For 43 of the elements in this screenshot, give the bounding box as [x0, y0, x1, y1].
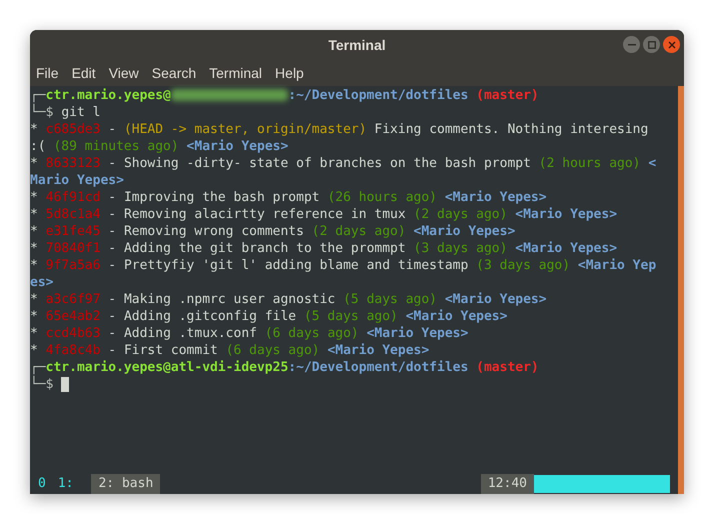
menu-item[interactable]: Search [152, 62, 196, 84]
git-log-line: * c685de3 - (HEAD -> master, origin/master) Fixing comments. Nothing interesing :( (89 minutes ago) <Mario Yepes> [30, 121, 650, 155]
command-text: git l [61, 104, 100, 121]
prompt-host: atl-vdi-idevp25 [170, 360, 288, 375]
git-log-line: * 65e4ab2 - Adding .gitconfig file (5 days ago) <Mario Yepes> [30, 308, 508, 325]
prompt-symbol: $ [46, 377, 54, 393]
prompt-path: :~/Development/dotfiles [288, 88, 468, 103]
menu-item[interactable]: Help [275, 62, 304, 84]
tmux-window-tab[interactable]: 2: bash [91, 474, 160, 494]
minimize-button[interactable] [623, 36, 640, 53]
prompt-corner: ┌─ [30, 360, 46, 375]
git-log-line: * 4fa8c4b - First commit (6 days ago) <Mario Yepes> [30, 342, 430, 359]
prompt-path: :~/Development/dotfiles [288, 360, 468, 375]
menu-item[interactable]: Terminal [209, 62, 262, 84]
git-log-line: * 9f7a5a6 - Prettyfiy 'git l' adding blame and timestamp (3 days ago) <Mario Yepes> [30, 257, 658, 291]
close-button[interactable] [663, 36, 680, 53]
prompt-corner: └─ [30, 104, 46, 121]
prompt-corner: └─ [30, 376, 46, 393]
menu-item[interactable]: File [36, 62, 59, 84]
prompt-symbol: $ [46, 105, 54, 121]
prompt-branch: (master) [476, 88, 539, 103]
git-log-line: * e31fe45 - Removing wrong comments (2 days ago) <Mario Yepes> [30, 223, 516, 240]
close-icon [668, 40, 676, 48]
prompt-user: ctr.mario.yepes@ [46, 88, 171, 103]
session-name: 0 [37, 475, 47, 494]
git-log-line: * ccd4b63 - Adding .tmux.conf (6 days ago) <Mario Yepes> [30, 325, 470, 342]
git-log-line: * a3c6f97 - Making .npmrc user agnostic (5 days ago) <Mario Yepes> [30, 291, 548, 308]
maximize-icon [648, 40, 656, 48]
menu-item[interactable]: Edit [72, 62, 96, 84]
git-log-line: * 8633123 - Showing -dirty- state of branches on the bash prompt (2 hours ago) <Mario Yepes> [30, 155, 658, 189]
git-log-line: * 70840f1 - Adding the git branch to the prommpt (3 days ago) <Mario Yepes> [30, 240, 618, 257]
git-log-line: * 5d8c1a4 - Removing alacirtty reference in tmux (2 days ago) <Mario Yepes> [30, 206, 618, 223]
maximize-button[interactable] [643, 36, 660, 53]
text-cursor [61, 377, 70, 392]
menu-item[interactable]: View [108, 62, 139, 84]
prompt-branch: (master) [476, 360, 539, 375]
minimize-icon [628, 44, 636, 46]
prompt-user: ctr.mario.yepes@ [46, 360, 171, 375]
git-log-line: * 46f91cd - Improving the bash prompt (26 hours ago) <Mario Yepes> [30, 189, 548, 206]
window-title: Terminal [328, 36, 386, 54]
prompt-corner: ┌─ [30, 88, 46, 103]
status-clock: 12:40 [480, 474, 534, 494]
tmux-window-tab[interactable]: 1: [54, 474, 78, 494]
